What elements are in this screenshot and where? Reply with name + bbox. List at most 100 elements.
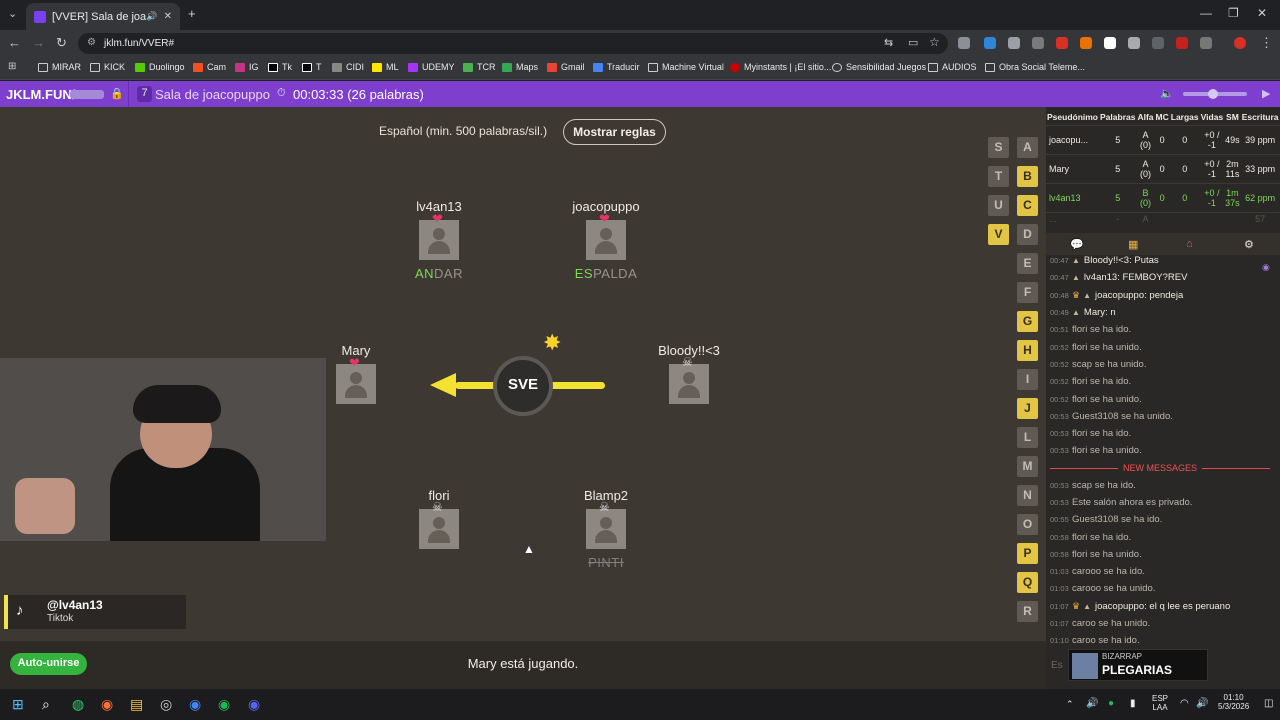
adblock-icon[interactable] [1056, 37, 1068, 49]
cast-icon[interactable]: ▭ [908, 36, 918, 49]
cam-icon [193, 62, 203, 72]
column-header[interactable]: SM [1224, 109, 1241, 125]
column-header[interactable]: Escritura [1241, 109, 1280, 125]
apps-grid-icon[interactable]: ⊞ [8, 61, 16, 72]
search-icon[interactable]: ⌕ [42, 696, 50, 713]
bookmark-item[interactable]: T [302, 62, 322, 72]
windows-start-icon[interactable]: ⊞ [12, 696, 24, 713]
translate-icon [593, 62, 603, 72]
bookmark-item[interactable]: Traducir [593, 62, 640, 72]
bookmark-star-icon[interactable]: ☆ [929, 35, 940, 49]
wifi-icon[interactable]: ◠ [1180, 698, 1189, 709]
back-icon[interactable]: ← [8, 35, 21, 50]
extension-icon[interactable] [1008, 37, 1020, 49]
column-header[interactable]: Alfa [1136, 109, 1154, 125]
site-logo[interactable]: JKLM.FUN/ [6, 87, 75, 102]
discord-icon[interactable]: ◉ [248, 696, 260, 713]
settings-tab-icon[interactable]: ⚙ [1244, 238, 1254, 251]
chat-username[interactable]: joacopuppo [1095, 601, 1144, 612]
restore-icon[interactable]: ❐ [1228, 6, 1239, 20]
notifications-icon[interactable]: ◫ [1264, 698, 1273, 709]
tray-app-icon[interactable]: ● [1108, 698, 1114, 709]
auto-join-button[interactable]: Auto-unirse [10, 653, 87, 675]
tray-app-icon[interactable]: ▮ [1130, 698, 1136, 709]
bookmark-item[interactable]: CIDI [332, 62, 364, 72]
bookmark-item[interactable]: Maps [502, 62, 538, 72]
extension-icon[interactable] [1176, 37, 1188, 49]
translate-icon[interactable]: ⇆ [884, 36, 893, 49]
show-rules-button[interactable]: Mostrar reglas [563, 119, 666, 145]
extension-icon[interactable] [1104, 37, 1116, 49]
close-window-icon[interactable]: ✕ [1257, 6, 1267, 20]
leaderboard-tab-icon[interactable]: ▦ [1128, 238, 1138, 251]
bookmark-item[interactable]: Myinstants | ¡El sitio... [730, 62, 831, 72]
tray-chevron-icon[interactable]: ⌃ [1066, 699, 1074, 710]
profile-avatar[interactable] [1234, 37, 1246, 49]
bookmark-item[interactable]: Gmail [547, 62, 585, 72]
url-bar[interactable]: ⚙ jklm.fun/VVER# ⇆ ▭ ☆ [78, 33, 948, 54]
menu-dots-icon[interactable]: ⋮ [1260, 35, 1273, 51]
puzzle-icon[interactable] [1200, 37, 1212, 49]
column-header[interactable]: Vidas [1200, 109, 1225, 125]
expand-sidebar-icon[interactable]: ▶ [1262, 87, 1270, 100]
volume-slider-handle[interactable] [1208, 89, 1218, 99]
shield-icon[interactable] [1128, 37, 1140, 49]
chat-message: 01:03 carooo se ha unido. [1046, 580, 1274, 597]
firefox-icon[interactable]: ◉ [101, 696, 113, 713]
volume-icon[interactable]: 🔈 [1160, 87, 1174, 100]
chat-username[interactable]: joacopuppo [1095, 290, 1144, 301]
chrome-icon[interactable]: ◉ [189, 696, 201, 713]
extension-icon[interactable] [1032, 37, 1044, 49]
bookmark-item[interactable]: Obra Social Teleme... [985, 62, 1085, 72]
file-explorer-icon[interactable]: ▤ [130, 696, 143, 713]
room-tab-icon[interactable]: ⌂ [1186, 238, 1193, 250]
extension-icon[interactable] [1080, 37, 1092, 49]
bookmark-item[interactable]: AUDIOS [928, 62, 977, 72]
bookmark-item[interactable]: Machine Virtual [648, 62, 724, 72]
bookmark-item[interactable]: Sensibilidad Juegos [832, 62, 926, 72]
chat-timestamp: 01:07 [1050, 601, 1069, 611]
bookmark-item[interactable]: Cam [193, 62, 226, 72]
column-header[interactable]: Pseudónimo [1046, 109, 1099, 125]
close-tab-icon[interactable]: ✕ [164, 11, 172, 22]
bookmark-item[interactable]: Duolingo [135, 62, 185, 72]
column-header[interactable]: MC [1155, 109, 1170, 125]
bookmark-item[interactable]: Tk [268, 62, 292, 72]
reload-icon[interactable]: ↻ [56, 35, 67, 51]
extension-icon[interactable] [1152, 37, 1164, 49]
new-tab-icon[interactable]: + [188, 6, 196, 21]
chat-tab-icon[interactable]: 💬 [1070, 238, 1084, 251]
obs-icon[interactable]: ◎ [160, 696, 172, 713]
minimize-icon[interactable]: — [1200, 6, 1212, 20]
maps-icon [502, 62, 512, 72]
bookmark-item[interactable]: KICK [90, 62, 125, 72]
scoreboard-cell: 0 [1169, 124, 1200, 154]
bookmark-item[interactable]: ML [372, 62, 399, 72]
site-info-icon[interactable]: ⚙ [87, 37, 96, 48]
heart-icon: ❤ [349, 355, 360, 370]
clock[interactable]: 01:10 5/3/2026 [1218, 693, 1249, 711]
bookmark-item[interactable]: IG [235, 62, 259, 72]
bookmark-item[interactable]: TCR [463, 62, 496, 72]
spotify-icon[interactable]: ◉ [218, 696, 230, 713]
tab-list-icon[interactable]: ⌄ [8, 7, 17, 20]
speaker-icon[interactable]: 🔊 [1086, 698, 1098, 709]
volume-icon[interactable]: 🔊 [1196, 698, 1208, 709]
heart-icon: ❤ [432, 211, 443, 226]
whatsapp-icon[interactable]: ◍ [72, 696, 84, 713]
bookmark-item[interactable]: UDEMY [408, 62, 455, 72]
chat-username[interactable]: lv4an13 [1084, 272, 1117, 283]
extension-icon[interactable] [984, 37, 996, 49]
column-header[interactable]: Largas [1170, 109, 1200, 125]
input-language[interactable]: ESP LAA [1152, 694, 1168, 712]
chat-username[interactable]: Bloody!!<3 [1084, 255, 1129, 266]
browser-tab[interactable]: [VVER] Sala de joacopuppo 🔊 ✕ [26, 3, 180, 30]
column-header[interactable]: Palabras [1099, 109, 1136, 125]
scoreboard-cell: 57 [1240, 211, 1280, 225]
chat-message: 00:52 scap se ha unido. [1046, 356, 1274, 373]
extension-icon[interactable] [958, 37, 970, 49]
chat-username[interactable]: Mary [1084, 307, 1105, 318]
bookmark-item[interactable]: MIRAR [38, 62, 81, 72]
forward-icon[interactable]: → [32, 35, 45, 50]
lock-icon[interactable]: 🔒 [110, 87, 124, 100]
